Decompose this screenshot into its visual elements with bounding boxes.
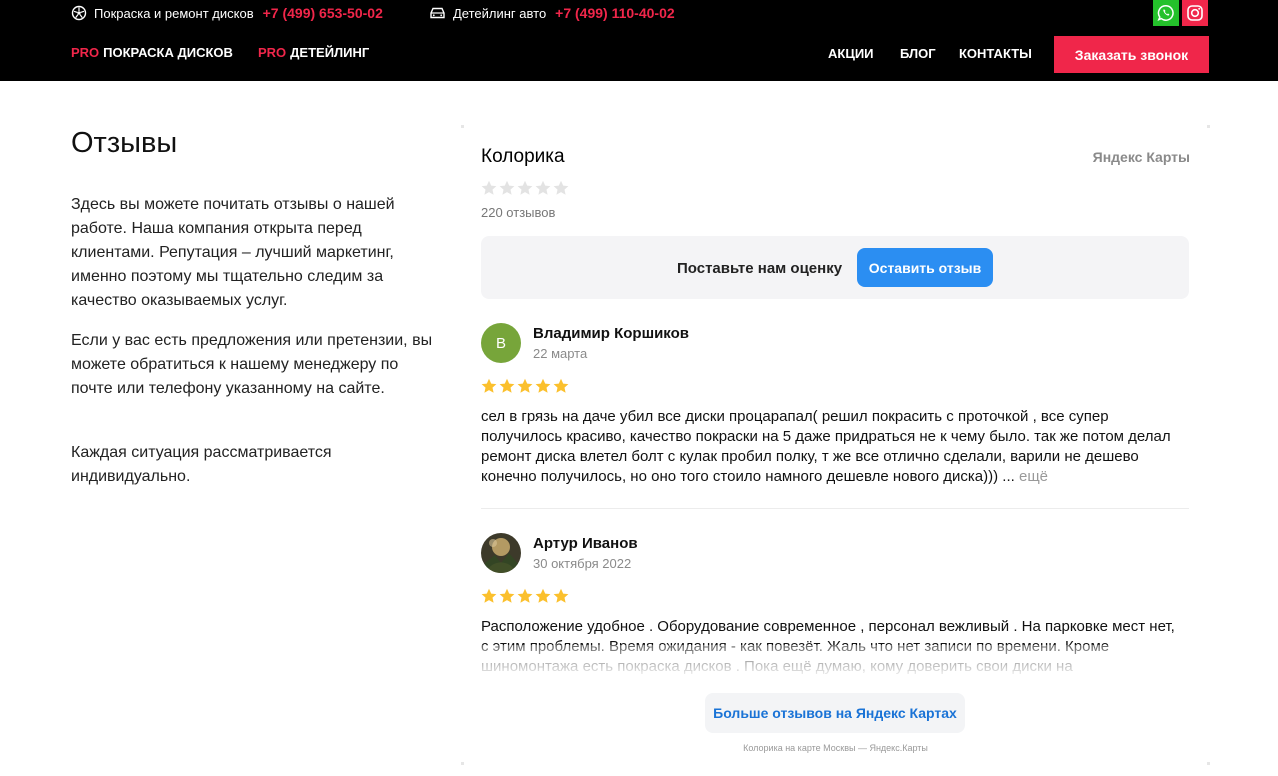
more-reviews-button[interactable]: Больше отзывов на Яндекс Картах (705, 693, 965, 733)
instagram-icon (1187, 5, 1203, 21)
star-icon (481, 588, 497, 603)
star-icon (517, 588, 533, 603)
nav-detailing[interactable]: PRO ДЕТЕЙЛИНГ (258, 45, 369, 60)
topbar-detailing-label: Детейлинг авто (453, 5, 547, 21)
review-date: 22 марта (533, 346, 588, 361)
topbar-disks-phone[interactable]: +7 (499) 653-50-02 (263, 5, 383, 21)
review-text: сел в грязь на даче убил все диски проца… (481, 407, 1181, 487)
nav-contacts[interactable]: КОНТАКТЫ (959, 46, 1032, 61)
reviewer-name[interactable]: Владимир Коршиков (533, 325, 689, 342)
yandex-reviews-widget: Колорика Яндекс Карты 220 отзывов Постав… (461, 125, 1210, 765)
topbar-disks: Покраска и ремонт дисков +7 (499) 653-50… (71, 5, 383, 21)
reviewer-name[interactable]: Артур Иванов (533, 535, 638, 552)
site-header: Покраска и ремонт дисков +7 (499) 653-50… (0, 0, 1278, 81)
nav-disks-prefix: PRO (71, 45, 100, 60)
widget-corner (1207, 762, 1210, 765)
star-icon (535, 588, 551, 603)
organization-name[interactable]: Колорика (481, 146, 565, 168)
nav-blog[interactable]: БЛОГ (900, 46, 936, 61)
nav-detailing-prefix: PRO (258, 45, 287, 60)
nav-detailing-label: ДЕТЕЙЛИНГ (290, 45, 370, 60)
star-icon (499, 588, 515, 603)
topbar-detailing: Детейлинг авто +7 (499) 110-40-02 (429, 5, 675, 21)
user-photo (481, 533, 521, 573)
review-ellipsis: ... (998, 468, 1015, 485)
nav-disks-label: ПОКРАСКА ДИСКОВ (103, 45, 233, 60)
star-icon (535, 378, 551, 393)
rate-us-box: Поставьте нам оценку Оставить отзыв (481, 236, 1189, 299)
page-title: Отзывы (71, 127, 178, 159)
topbar-disks-label: Покраска и ремонт дисков (94, 5, 254, 21)
disk-icon (71, 5, 87, 21)
review-rating-stars (481, 588, 569, 604)
star-icon (517, 378, 533, 393)
widget-corner (461, 762, 464, 765)
avatar-letter: В (495, 334, 506, 352)
review-divider (481, 508, 1189, 509)
review-text-body: сел в грязь на даче убил все диски проца… (481, 408, 1171, 485)
intro-paragraph-2: Если у вас есть предложения или претензи… (71, 332, 433, 397)
star-icon (481, 180, 497, 195)
topbar: Покраска и ремонт дисков +7 (499) 653-50… (0, 0, 1278, 26)
intro-paragraph-1: Здесь вы можете почитать отзывы о нашей … (71, 196, 395, 309)
nav-disks[interactable]: PRO ПОКРАСКА ДИСКОВ (71, 45, 233, 60)
topbar-detailing-phone[interactable]: +7 (499) 110-40-02 (555, 5, 674, 21)
intro-paragraph-3: Каждая ситуация рассматривается индивиду… (71, 444, 332, 485)
reviews-count: 220 отзывов (481, 205, 556, 220)
star-icon (553, 180, 569, 195)
overall-rating-stars (481, 180, 569, 196)
leave-review-button[interactable]: Оставить отзыв (857, 248, 993, 287)
star-icon (553, 378, 569, 393)
order-call-button[interactable]: Заказать звонок (1054, 36, 1209, 73)
avatar[interactable] (481, 533, 521, 573)
widget-corner (461, 125, 464, 128)
whatsapp-link[interactable] (1153, 0, 1179, 26)
whatsapp-icon (1157, 5, 1174, 21)
star-icon (481, 378, 497, 393)
star-icon (535, 180, 551, 195)
review-rating-stars (481, 378, 569, 394)
avatar[interactable]: В (481, 323, 521, 363)
widget-footer-link[interactable]: Колорика на карте Москвы — Яндекс.Карты (461, 743, 1210, 753)
yandex-maps-link[interactable]: Яндекс Карты (1093, 149, 1190, 165)
car-icon (430, 7, 445, 19)
review-date: 30 октября 2022 (533, 556, 632, 571)
star-icon (499, 378, 515, 393)
star-icon (517, 180, 533, 195)
instagram-link[interactable] (1182, 0, 1208, 26)
review-fade-overlay (481, 645, 1189, 679)
star-icon (553, 588, 569, 603)
read-more-link[interactable]: ещё (1015, 468, 1048, 485)
star-icon (499, 180, 515, 195)
nav-promotions[interactable]: АКЦИИ (828, 46, 874, 61)
rate-prompt: Поставьте нам оценку (677, 260, 843, 277)
widget-corner (1207, 125, 1210, 128)
